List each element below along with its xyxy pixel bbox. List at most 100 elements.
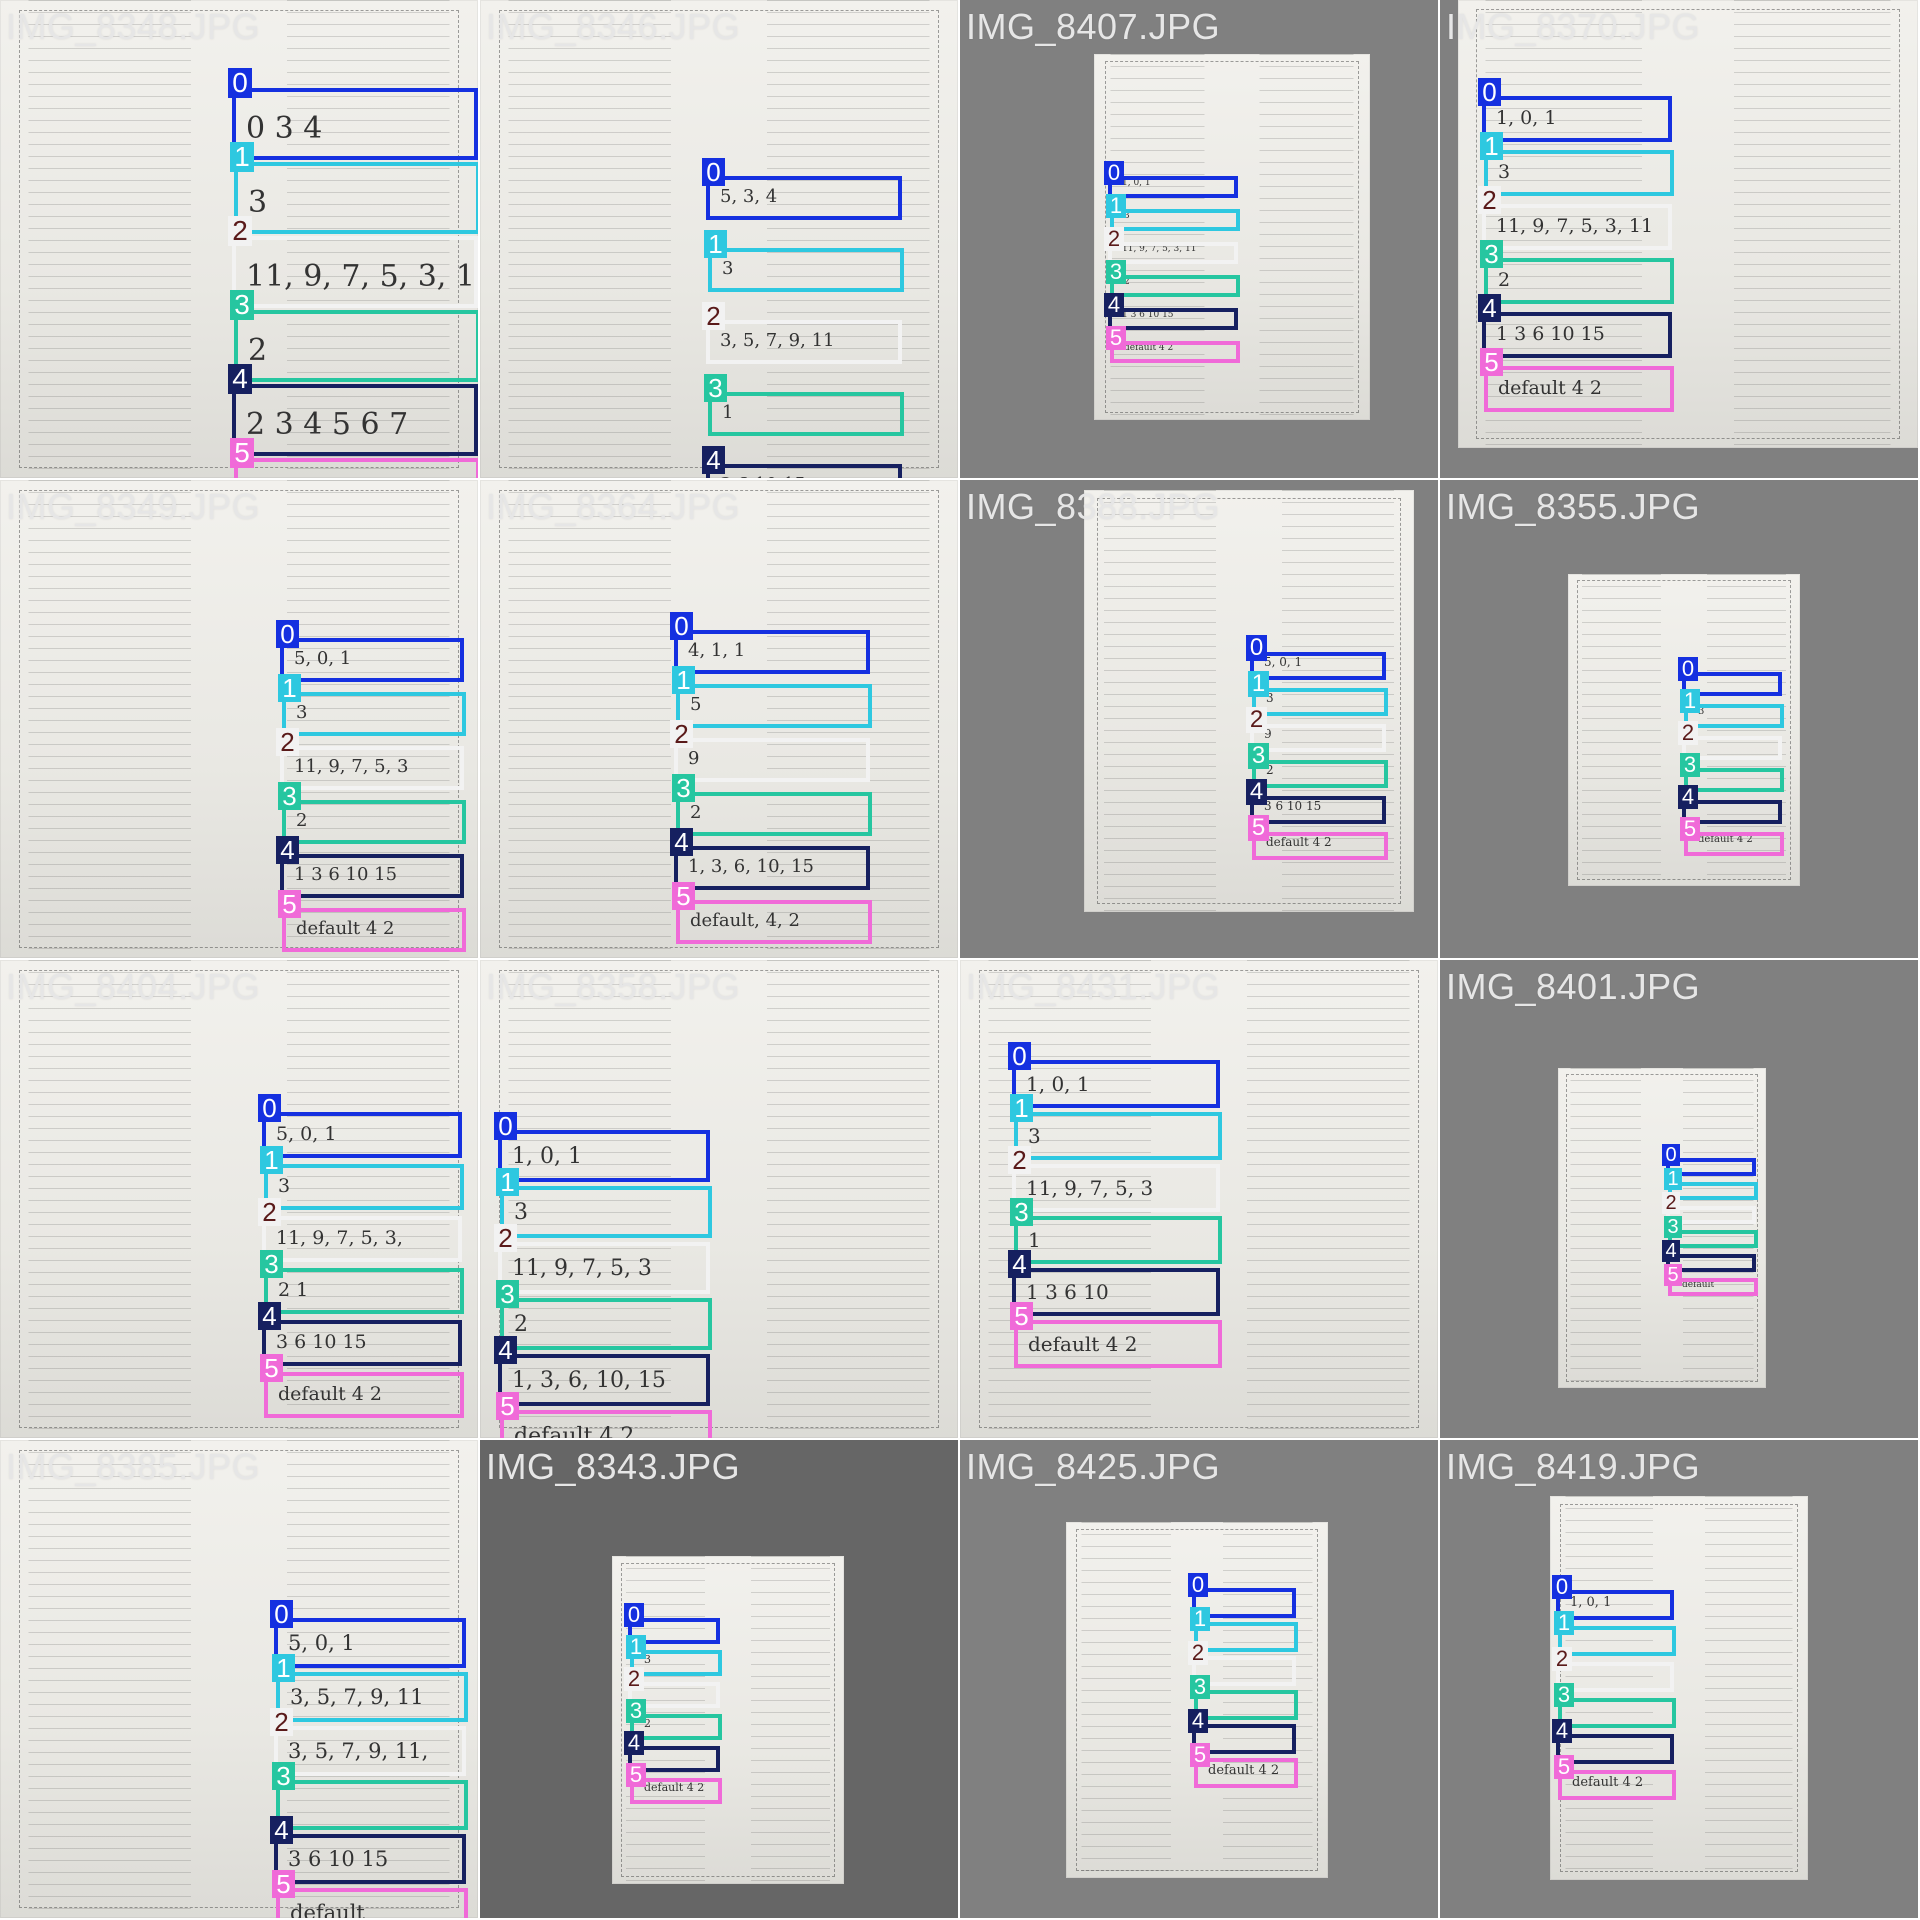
detection-box-3[interactable] xyxy=(282,800,466,844)
detection-box-3[interactable] xyxy=(708,392,904,436)
image-tile[interactable]: 5, 0, 1 0 3 1 11, 9, 7, 5, 32231 3 6 10 15 4 d… xyxy=(0,480,478,958)
detection-box-5[interactable] xyxy=(234,458,478,478)
image-tile[interactable]: 0 3 1 2 2 3 4 default 4 2 5 IMG_8343.JPG xyxy=(480,1440,958,1918)
detection-box-2[interactable] xyxy=(706,320,902,364)
detection-box-1[interactable] xyxy=(708,248,904,292)
detection-box-0[interactable] xyxy=(262,1112,462,1158)
detection-box-2[interactable] xyxy=(232,236,478,308)
detection-box-4[interactable] xyxy=(1012,1268,1220,1316)
detection-box-1[interactable] xyxy=(1014,1112,1222,1160)
image-tile[interactable]: 0 3 4 0 3 1 11, 9, 7, 5, 3, 10 2 2 3 2 3 4 5 6 7… xyxy=(0,0,478,478)
detection-box-1[interactable] xyxy=(676,684,872,728)
image-tile[interactable]: 1, 0, 1 0 3 1 11, 9, 7, 5, 3 2 2 3 1, 3, 6, 10, … xyxy=(480,960,958,1438)
detection-box-0[interactable] xyxy=(1482,96,1672,142)
detection-box-0[interactable] xyxy=(706,176,902,220)
class-label-2: 2 xyxy=(670,720,693,748)
class-label-4: 4 xyxy=(276,836,299,864)
detection-box-0[interactable] xyxy=(274,1618,466,1668)
detection-box-1[interactable] xyxy=(1252,688,1388,716)
detection-box-4[interactable] xyxy=(280,854,464,898)
detection-box-4[interactable] xyxy=(674,846,870,890)
detection-box-1[interactable] xyxy=(282,692,466,736)
detection-box-3[interactable] xyxy=(1014,1216,1222,1264)
detection-box-2[interactable] xyxy=(280,746,464,790)
detection-box-5[interactable] xyxy=(500,1410,712,1438)
detection-box-4[interactable] xyxy=(232,384,478,456)
class-label-5: 5 xyxy=(626,1763,646,1787)
detection-box-5[interactable] xyxy=(1484,366,1674,412)
detection-box-5[interactable] xyxy=(1110,341,1240,363)
detection-box-3[interactable] xyxy=(1252,760,1388,788)
detection-box-2[interactable] xyxy=(274,1726,466,1776)
detection-box-1[interactable] xyxy=(234,162,478,234)
detection-box-4[interactable] xyxy=(262,1320,462,1366)
image-tile[interactable]: 5, 0, 1 0 3, 5, 7, 9, 11 1 3, 5, 7, 9, 11, 2 3… xyxy=(0,1440,478,1918)
detection-box-1[interactable] xyxy=(1484,150,1674,196)
detection-box-3[interactable] xyxy=(264,1268,464,1314)
detection-box-2[interactable] xyxy=(1012,1164,1220,1212)
detection-box-4[interactable] xyxy=(498,1354,710,1406)
image-filename: IMG_8419.JPG xyxy=(1446,1446,1701,1487)
detection-box-3[interactable] xyxy=(276,1780,468,1830)
detection-box-2[interactable] xyxy=(1482,204,1672,250)
detection-box-4[interactable] xyxy=(1250,796,1386,824)
image-filename: IMG_8407.JPG xyxy=(966,6,1221,47)
class-label-0: 0 xyxy=(270,1600,293,1628)
image-tile[interactable]: 1, 0, 1 0 3 1 11, 9, 7, 5, 3, 11 2 2 3 1 3 6 10 … xyxy=(1440,0,1918,478)
image-tile[interactable]: 0 3 1 2 3 4 default 4 2 5 IMG_8355.JPG xyxy=(1440,480,1918,958)
class-label-2: 2 xyxy=(1478,186,1501,214)
detection-box-3[interactable] xyxy=(676,792,872,836)
detection-box-3[interactable] xyxy=(500,1298,712,1350)
detection-box-5[interactable] xyxy=(676,900,872,944)
detection-box-4[interactable] xyxy=(274,1834,466,1884)
detection-box-2[interactable] xyxy=(674,738,870,782)
class-label-0: 0 xyxy=(494,1112,517,1140)
detection-box-0[interactable] xyxy=(674,630,870,674)
detection-box-0[interactable] xyxy=(232,88,478,160)
detection-box-0[interactable] xyxy=(1012,1060,1220,1108)
class-label-5: 5 xyxy=(1680,817,1700,841)
detection-box-3[interactable] xyxy=(1110,275,1240,297)
detection-box-5[interactable] xyxy=(264,1372,464,1418)
detection-box-0[interactable] xyxy=(1250,652,1386,680)
class-label-4: 4 xyxy=(1678,785,1698,809)
image-filename: IMG_8343.JPG xyxy=(486,1446,741,1487)
detection-box-2[interactable] xyxy=(498,1242,710,1294)
detection-box-2[interactable] xyxy=(1250,724,1386,752)
detection-box-4[interactable] xyxy=(1482,312,1672,358)
detection-box-4[interactable] xyxy=(1108,308,1238,330)
class-label-3: 3 xyxy=(672,774,695,802)
detection-box-1[interactable] xyxy=(1110,209,1240,231)
class-label-2: 2 xyxy=(276,728,299,756)
detection-box-1[interactable] xyxy=(500,1186,712,1238)
image-tile[interactable]: 4, 1, 1 0 5 1 9 2 2 3 1, 3, 6, 10, 15 4 default, 4… xyxy=(480,480,958,958)
detection-box-2[interactable] xyxy=(1108,242,1238,264)
detection-box-2[interactable] xyxy=(262,1216,462,1262)
detection-box-0[interactable] xyxy=(280,638,464,682)
detection-box-3[interactable] xyxy=(234,310,478,382)
image-tile[interactable]: 1, 0, 1 0 1 2 3 4 default 4 2 5 IMG_8419.JPG xyxy=(1440,1440,1918,1918)
class-label-1: 1 xyxy=(626,1635,646,1659)
detection-box-3[interactable] xyxy=(1558,1698,1676,1728)
detection-box-3[interactable] xyxy=(1484,258,1674,304)
detection-box-5[interactable] xyxy=(1252,832,1388,860)
detection-box-1[interactable] xyxy=(1558,1626,1676,1656)
image-tile[interactable]: 1, 0, 1 0 3 1 11, 9, 7, 5, 32131 3 6 10 4 defa… xyxy=(960,960,1438,1438)
detection-box-0[interactable] xyxy=(1108,176,1238,198)
image-tile[interactable]: 0 1 2 3 4 default 4 2 5 IMG_8425.JPG xyxy=(960,1440,1438,1918)
image-tile[interactable]: 0 1 2 3 4 default 5 IMG_8401.JPG xyxy=(1440,960,1918,1438)
detection-box-5[interactable] xyxy=(282,908,466,952)
image-tile[interactable]: 5, 3, 40313, 5, 7, 9, 112133 6 10 154def… xyxy=(480,0,958,478)
detection-box-5[interactable] xyxy=(276,1888,468,1918)
image-tile[interactable]: 5, 0, 1 0 3 1 11, 9, 7, 5, 3, 2 2 133 6 10 15 4… xyxy=(0,960,478,1438)
image-tile[interactable]: 1, 0, 1 0 3 1 11, 9, 7, 5, 3, 11 2 2 3 1 3 6 10 … xyxy=(960,0,1438,478)
detection-box-1[interactable] xyxy=(264,1164,464,1210)
detection-box-5[interactable] xyxy=(1014,1320,1222,1368)
detection-box-0[interactable] xyxy=(498,1130,710,1182)
class-label-3: 3 xyxy=(1010,1198,1033,1226)
detection-box-4[interactable] xyxy=(706,464,902,478)
class-label-3: 3 xyxy=(278,782,301,810)
detection-box-1[interactable] xyxy=(276,1672,468,1722)
image-tile[interactable]: 5, 0, 103192233 6 10 15 4 default 4 2 5 IMG_… xyxy=(960,480,1438,958)
detection-box-5[interactable] xyxy=(1558,1770,1676,1800)
